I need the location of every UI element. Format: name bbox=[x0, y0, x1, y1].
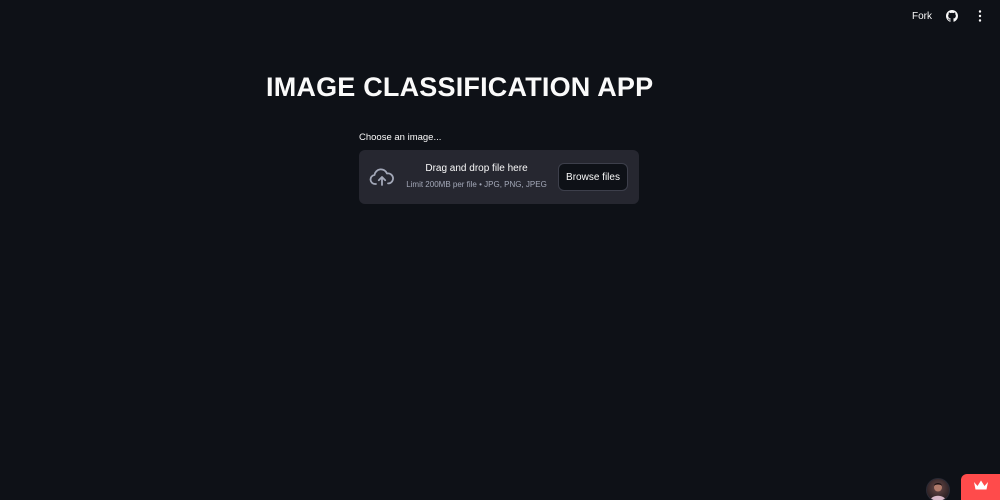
top-bar: Fork bbox=[912, 6, 988, 26]
file-limit-text: Limit 200MB per file • JPG, PNG, JPEG bbox=[406, 180, 547, 189]
dropzone-instructions: Drag and drop file here Limit 200MB per … bbox=[404, 163, 549, 189]
file-dropzone[interactable]: Drag and drop file here Limit 200MB per … bbox=[359, 150, 639, 204]
cloud-upload-icon bbox=[369, 165, 395, 189]
app-page: Fork IMAGE CLASSIFICATION APP Choose an … bbox=[0, 0, 1000, 500]
streamlit-badge[interactable] bbox=[961, 474, 1000, 500]
browse-files-button[interactable]: Browse files bbox=[558, 163, 628, 191]
uploader-label: Choose an image... bbox=[359, 132, 442, 143]
fork-link[interactable]: Fork bbox=[912, 11, 932, 22]
github-icon[interactable] bbox=[944, 8, 960, 24]
user-avatar[interactable] bbox=[926, 478, 950, 500]
kebab-menu-icon[interactable] bbox=[972, 8, 988, 24]
page-title: IMAGE CLASSIFICATION APP bbox=[266, 72, 654, 102]
crown-icon bbox=[973, 478, 989, 496]
drag-drop-text: Drag and drop file here bbox=[425, 163, 528, 174]
